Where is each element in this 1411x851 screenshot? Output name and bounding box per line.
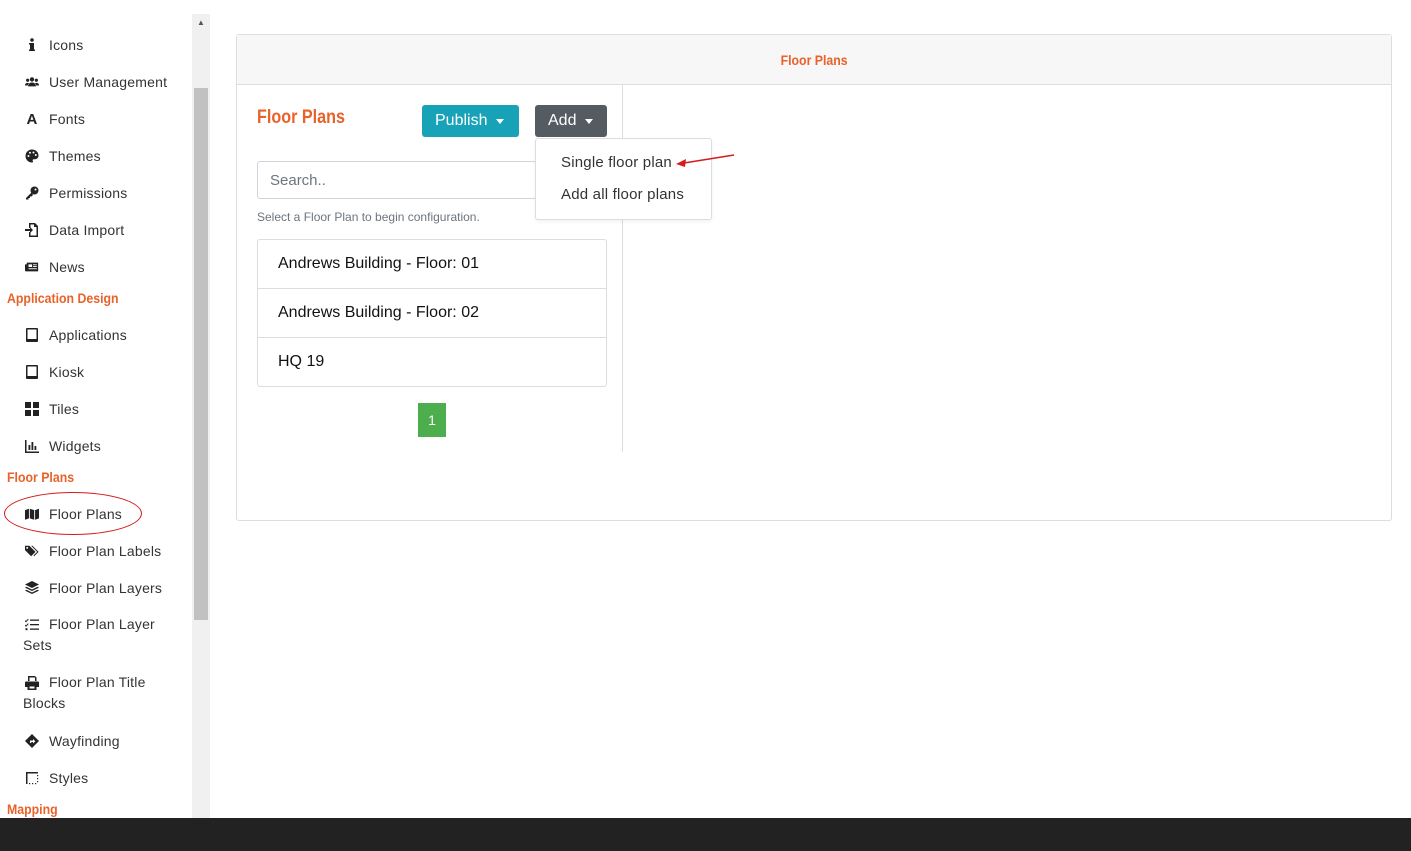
menu-item-single-floor-plan[interactable]: Single floor plan bbox=[561, 154, 672, 171]
layer-group-icon bbox=[23, 581, 41, 595]
print-icon bbox=[23, 676, 41, 691]
search-placeholder: Search.. bbox=[270, 171, 326, 189]
key-icon bbox=[23, 186, 41, 200]
sidebar-scrollbar[interactable]: ▲ bbox=[192, 14, 210, 818]
sidebar-item-label: Applications bbox=[49, 327, 127, 343]
add-button[interactable]: Add bbox=[535, 105, 607, 137]
publish-button[interactable]: Publish bbox=[422, 105, 519, 137]
list-item[interactable]: HQ 19 bbox=[258, 338, 606, 386]
sidebar-item-label: Widgets bbox=[49, 438, 101, 454]
sidebar-item-applications[interactable]: Applications bbox=[23, 327, 127, 343]
menu-item-add-all-floor-plans[interactable]: Add all floor plans bbox=[561, 186, 684, 203]
sidebar-item-styles[interactable]: Styles bbox=[23, 770, 88, 786]
annotation-arrow-icon bbox=[676, 154, 735, 167]
panel-header-title: Floor Plans bbox=[780, 51, 848, 68]
sidebar-item-tiles[interactable]: Tiles bbox=[23, 401, 79, 417]
directions-icon bbox=[23, 734, 41, 748]
bottom-bar bbox=[0, 818, 1411, 851]
sidebar-item-floor-plan-labels[interactable]: Floor Plan Labels bbox=[23, 543, 161, 559]
publish-button-label: Publish bbox=[435, 112, 488, 129]
sidebar-item-wayfinding[interactable]: Wayfinding bbox=[23, 733, 120, 749]
sidebar-item-floor-plan-title-blocks[interactable]: Floor Plan Title Blocks bbox=[23, 672, 183, 714]
sidebar-item-widgets[interactable]: Widgets bbox=[23, 438, 101, 454]
chart-bar-icon bbox=[23, 439, 41, 453]
sidebar-item-label: Floor Plan Labels bbox=[49, 543, 162, 559]
page-title: Floor Plans bbox=[257, 107, 345, 128]
sidebar-item-label: Permissions bbox=[49, 185, 128, 201]
scroll-up-arrow-icon[interactable]: ▲ bbox=[192, 14, 210, 30]
sidebar-item-fonts[interactable]: A Fonts bbox=[23, 110, 86, 128]
tags-icon bbox=[23, 544, 41, 558]
list-item[interactable]: Andrews Building - Floor: 02 bbox=[258, 289, 606, 338]
section-heading-application-design: Application Design bbox=[7, 290, 119, 306]
sidebar-item-data-import[interactable]: Data Import bbox=[23, 222, 124, 238]
search-input[interactable]: Search.. bbox=[257, 161, 547, 199]
caret-down-icon bbox=[496, 118, 505, 124]
file-import-icon bbox=[23, 223, 41, 237]
users-icon bbox=[23, 75, 41, 89]
panel-header: Floor Plans bbox=[237, 35, 1391, 85]
sidebar-item-themes[interactable]: Themes bbox=[23, 148, 101, 164]
sidebar-item-label: Floor Plan Layers bbox=[49, 580, 163, 596]
font-icon: A bbox=[26, 110, 38, 128]
tasks-icon bbox=[23, 618, 41, 632]
hint-text: Select a Floor Plan to begin configurati… bbox=[257, 210, 480, 224]
scrollbar-thumb[interactable] bbox=[194, 88, 208, 620]
section-heading-floor-plans: Floor Plans bbox=[7, 469, 75, 485]
sidebar-item-label: Tiles bbox=[49, 401, 80, 417]
sidebar-item-label: User Management bbox=[49, 74, 168, 90]
sidebar-item-label: Kiosk bbox=[49, 364, 85, 380]
sidebar-item-label: Styles bbox=[49, 770, 89, 786]
sidebar-item-label: Floor Plan Title Blocks bbox=[23, 674, 146, 711]
floor-plans-panel: Floor Plans Floor Plans Publish Add Sear… bbox=[236, 34, 1392, 521]
caret-down-icon bbox=[585, 118, 594, 124]
sidebar-item-kiosk[interactable]: Kiosk bbox=[23, 364, 84, 380]
pagination-page-1[interactable]: 1 bbox=[418, 403, 446, 437]
sidebar-item-label: News bbox=[49, 259, 85, 275]
sidebar-item-label: Wayfinding bbox=[49, 733, 120, 749]
sidebar-item-floor-plan-layer-sets[interactable]: Floor Plan Layer Sets bbox=[23, 614, 183, 656]
sidebar-item-label: Icons bbox=[49, 37, 84, 53]
th-large-icon bbox=[23, 402, 41, 416]
sidebar-item-permissions[interactable]: Permissions bbox=[23, 185, 127, 201]
sidebar-item-user-management[interactable]: User Management bbox=[23, 74, 167, 90]
annotation-oval bbox=[4, 492, 142, 535]
add-button-label: Add bbox=[548, 112, 577, 129]
sidebar-item-label: Floor Plan Layer Sets bbox=[23, 616, 155, 653]
sidebar-item-floor-plan-layers[interactable]: Floor Plan Layers bbox=[23, 580, 162, 596]
sidebar-item-label: Themes bbox=[49, 148, 101, 164]
newspaper-icon bbox=[23, 260, 41, 274]
tablet-icon bbox=[23, 328, 41, 342]
list-item[interactable]: Andrews Building - Floor: 01 bbox=[258, 240, 606, 289]
palette-icon bbox=[23, 149, 41, 163]
sidebar-item-label: Data Import bbox=[49, 222, 125, 238]
sidebar: Icons User Management A Fonts Themes Per… bbox=[0, 0, 192, 818]
border-style-icon bbox=[23, 771, 41, 785]
sidebar-item-news[interactable]: News bbox=[23, 259, 85, 275]
section-heading-mapping: Mapping bbox=[7, 801, 58, 817]
sidebar-item-label: Fonts bbox=[49, 111, 86, 127]
floor-plan-list: Andrews Building - Floor: 01 Andrews Bui… bbox=[257, 239, 607, 387]
info-icon bbox=[23, 38, 41, 52]
tablet-icon bbox=[23, 365, 41, 379]
sidebar-item-icons[interactable]: Icons bbox=[23, 37, 83, 53]
